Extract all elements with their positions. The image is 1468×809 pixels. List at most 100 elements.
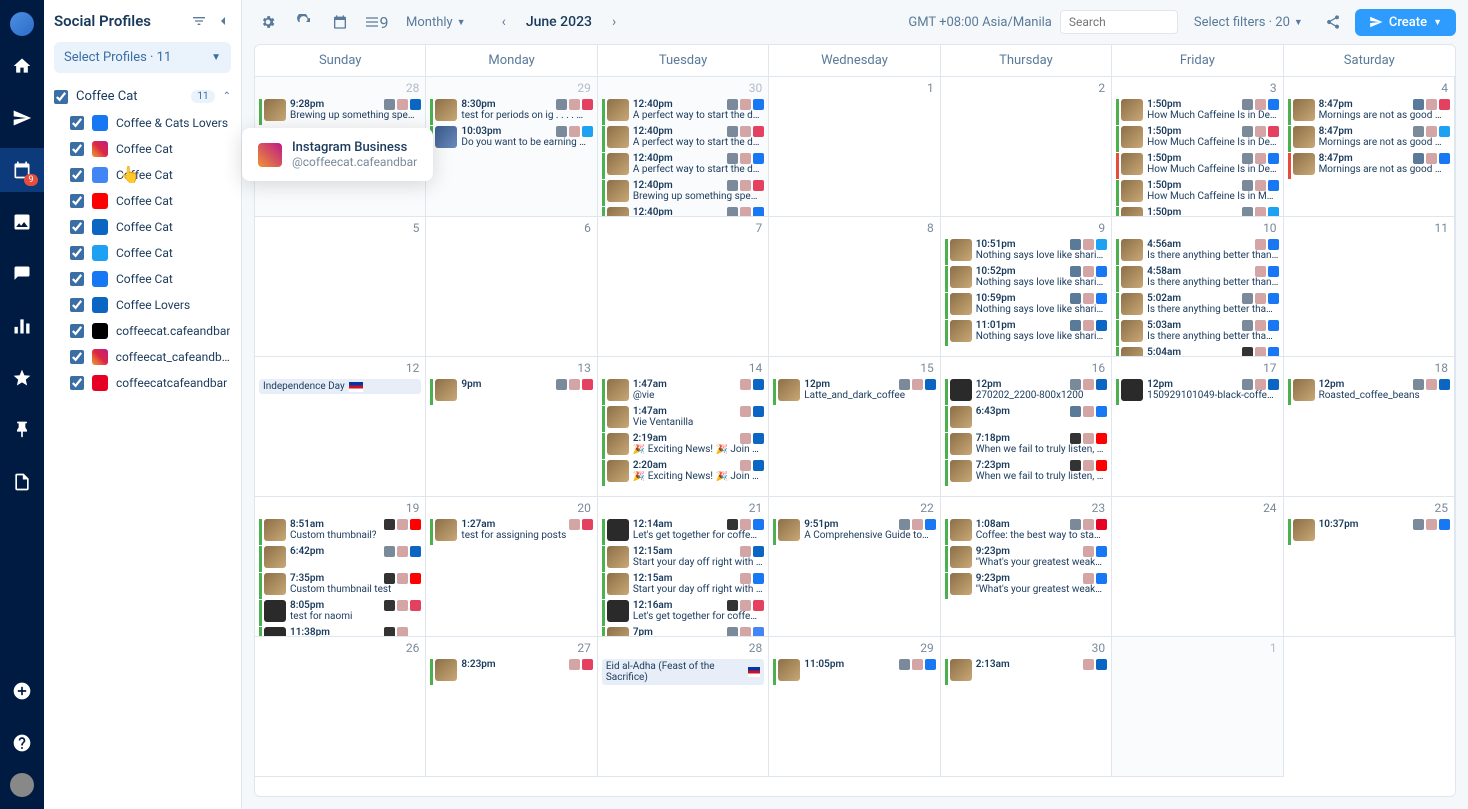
nav-send-icon[interactable] — [0, 96, 44, 140]
calendar-event[interactable]: 1:08amCoffee: the best way to sta… — [945, 519, 1107, 545]
group-checkbox[interactable] — [54, 90, 68, 104]
calendar-event[interactable]: 12pm150929101049-black-coffee… — [1116, 379, 1278, 405]
calendar-event[interactable]: 8:51amCustom thumbnail? — [259, 519, 421, 545]
profile-checkbox[interactable] — [70, 324, 84, 338]
calendar-event[interactable]: 1:47amVie Ventanilla — [602, 406, 764, 432]
calendar-event[interactable]: 12:15amStart your day off right with a c… — [602, 573, 764, 599]
calendar-event[interactable]: 10:51pmNothing says love like shari… — [945, 239, 1107, 265]
calendar-event[interactable]: 12:14amLet's get together for coffe… — [602, 519, 764, 545]
create-button[interactable]: Create ▼ — [1355, 9, 1456, 36]
select-profiles-dropdown[interactable]: Select Profiles · 11 ▼ — [54, 42, 231, 73]
calendar-event[interactable]: 4:58amIs there anything better than the… — [1116, 266, 1278, 292]
calendar-event[interactable]: 1:50pmHow Much Caffeine Is in De… — [1116, 99, 1278, 125]
calendar-event[interactable]: 2:19am🎉 Exciting News! 🎉 Join me in g… — [602, 433, 764, 459]
calendar-cell[interactable]: 1 — [769, 77, 940, 217]
app-logo[interactable] — [10, 12, 34, 36]
profile-checkbox[interactable] — [70, 168, 84, 182]
calendar-cell[interactable]: 7 — [598, 217, 769, 357]
calendar-event[interactable]: 2:13am — [945, 659, 1107, 685]
nav-inbox-icon[interactable] — [0, 252, 44, 296]
profile-item[interactable]: coffeecatcafeandbar — [54, 370, 231, 396]
profile-item[interactable]: Coffee & Cats Lovers — [54, 110, 231, 136]
calendar-cell[interactable]: 1712pm150929101049-black-coffee… — [1112, 357, 1283, 497]
filters-dropdown[interactable]: Select filters · 20 ▼ — [1186, 11, 1311, 34]
calendar-event[interactable]: 10:52pmNothing says love like shari… — [945, 266, 1107, 292]
calendar-cell[interactable]: 5 — [255, 217, 426, 357]
profile-item[interactable]: Coffee Lovers — [54, 292, 231, 318]
view-dropdown[interactable]: Monthly ▼ — [398, 11, 474, 34]
calendar-event[interactable]: 12:40pmBrewing up something spe… — [602, 207, 764, 217]
calendar-event[interactable]: 11:01pmNothing says love like shari… — [945, 320, 1107, 346]
holiday-event[interactable]: Eid al-Adha (Feast of the Sacrifice) — [602, 659, 764, 685]
calendar-cell[interactable]: 201:27amtest for assigning posts — [426, 497, 597, 637]
calendar-view-icon[interactable] — [326, 8, 354, 36]
profile-checkbox[interactable] — [70, 116, 84, 130]
calendar-event[interactable]: 7:18pmWhen we fail to truly listen, … — [945, 433, 1107, 459]
calendar-event[interactable]: 9pm — [430, 379, 592, 405]
calendar-event[interactable]: 8:30pmtest for periods on ig . . . . … — [430, 99, 592, 125]
refresh-icon[interactable] — [290, 8, 318, 36]
calendar-cell[interactable]: 1612pm270202_2200-800x12006:43pm7:18pmWh… — [941, 357, 1112, 497]
filter-icon[interactable] — [191, 13, 207, 29]
calendar-cell[interactable]: 302:13am — [941, 637, 1112, 777]
calendar-cell[interactable]: 28Eid al-Adha (Feast of the Sacrifice) — [598, 637, 769, 777]
nav-image-icon[interactable] — [0, 200, 44, 244]
calendar-event[interactable]: 12pmLatte_and_dark_coffee — [773, 379, 935, 405]
calendar-event[interactable]: 5:02amIs there anything better tha… — [1116, 293, 1278, 319]
calendar-event[interactable]: 11:38pmIs there anything better tha… — [259, 627, 421, 637]
calendar-cell[interactable]: 278:23pm — [426, 637, 597, 777]
calendar-event[interactable]: 7:35pmCustom thumbnail test — [259, 573, 421, 599]
calendar-cell[interactable]: 31:50pmHow Much Caffeine Is in De…1:50pm… — [1112, 77, 1283, 217]
collapse-icon[interactable]: ⌃ — [223, 91, 231, 102]
profile-item[interactable]: coffeecat.cafeandbar — [54, 318, 231, 344]
calendar-cell[interactable]: 2510:37pm — [1284, 497, 1455, 637]
chevron-left-icon[interactable] — [215, 13, 231, 29]
calendar-event[interactable]: 10:03pmDo you want to be earning … — [430, 126, 592, 152]
calendar-event[interactable]: 8:05pmtest for naomi — [259, 600, 421, 626]
calendar-event[interactable]: 1:50pmHow Much Caffeine Is in De… — [1116, 153, 1278, 179]
calendar-event[interactable]: 12pm270202_2200-800x1200 — [945, 379, 1107, 405]
nav-calendar-icon[interactable]: 9 — [0, 148, 44, 192]
calendar-event[interactable]: 1:27amtest for assigning posts — [430, 519, 592, 545]
share-icon[interactable] — [1319, 8, 1347, 36]
gear-icon[interactable] — [254, 8, 282, 36]
calendar-cell[interactable]: 1 — [1112, 637, 1283, 777]
profile-item[interactable]: Coffee Cat — [54, 214, 231, 240]
search-input[interactable] — [1060, 10, 1178, 34]
profile-checkbox[interactable] — [70, 350, 84, 364]
calendar-cell[interactable]: 139pm — [426, 357, 597, 497]
calendar-event[interactable]: 8:47pmMornings are not as good … — [1288, 153, 1450, 179]
calendar-cell[interactable]: 11 — [1284, 217, 1455, 357]
prev-month-icon[interactable]: ‹ — [502, 14, 506, 30]
calendar-event[interactable]: 12:40pmA perfect way to start the d… — [602, 153, 764, 179]
calendar-cell[interactable]: 104:56amIs there anything better than th… — [1112, 217, 1283, 357]
calendar-event[interactable]: 2:20am🎉 Exciting News! 🎉 Join me in g… — [602, 460, 764, 486]
calendar-cell[interactable]: 26 — [255, 637, 426, 777]
profile-checkbox[interactable] — [70, 272, 84, 286]
nav-help-icon[interactable] — [0, 721, 44, 765]
calendar-event[interactable]: 12:40pmBrewing up something spe… — [602, 180, 764, 206]
calendar-event[interactable]: 11:05pm — [773, 659, 935, 685]
calendar-cell[interactable]: 2112:14amLet's get together for coffe…12… — [598, 497, 769, 637]
profile-checkbox[interactable] — [70, 298, 84, 312]
calendar-event[interactable]: 12pmRoasted_coffee_beans — [1288, 379, 1450, 405]
nav-star-icon[interactable] — [0, 356, 44, 400]
profile-item[interactable]: Coffee Cat — [54, 136, 231, 162]
calendar-event[interactable]: 7pm|| BORG || Enige boer kan d… — [602, 627, 764, 637]
calendar-cell[interactable]: 3012:40pmA perfect way to start the d…12… — [598, 77, 769, 217]
nav-user-avatar[interactable] — [10, 773, 34, 797]
calendar-event[interactable]: 12:16amLet's get together for coffe… — [602, 600, 764, 626]
calendar-cell[interactable]: 229:51pmA Comprehensive Guide to… — [769, 497, 940, 637]
calendar-event[interactable]: 6:42pm — [259, 546, 421, 572]
calendar-cell[interactable]: 12Independence Day — [255, 357, 426, 497]
calendar-event[interactable]: 1:50pmHow Much Caffeine Is in Mo… — [1116, 207, 1278, 217]
profile-checkbox[interactable] — [70, 220, 84, 234]
calendar-cell[interactable]: 231:08amCoffee: the best way to sta…9:23… — [941, 497, 1112, 637]
calendar-event[interactable]: 10:37pm — [1288, 519, 1450, 545]
calendar-event[interactable]: 6:43pm — [945, 406, 1107, 432]
calendar-event[interactable]: 9:28pmBrewing up something spe… — [259, 99, 421, 125]
calendar-cell[interactable]: 2911:05pm — [769, 637, 940, 777]
calendar-event[interactable]: 12:40pmA perfect way to start the d… — [602, 126, 764, 152]
calendar-event[interactable]: 8:47pmMornings are not as good … — [1288, 126, 1450, 152]
calendar-event[interactable]: 8:23pm — [430, 659, 592, 685]
